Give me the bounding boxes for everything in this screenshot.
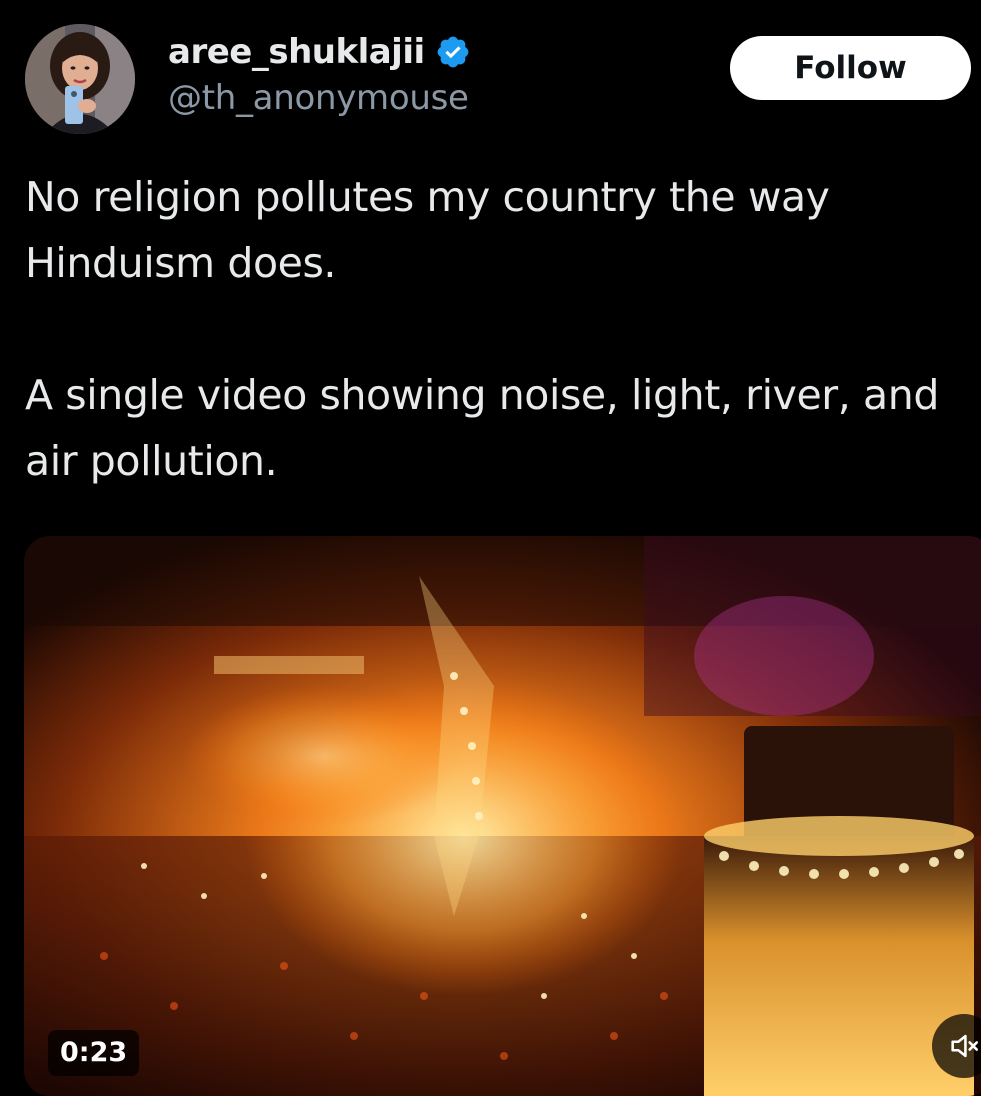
tweet-paragraph: A single video showing noise, light, riv… (25, 371, 939, 485)
speaker-muted-icon (951, 1034, 979, 1058)
tweet-paragraph: No religion pollutes my country the way … (25, 173, 830, 287)
tweet-text: No religion pollutes my country the way … (25, 164, 965, 494)
tweet-header: aree_shuklajii @th_anonymouse Follow (0, 0, 981, 150)
video-player[interactable] (24, 536, 981, 1096)
display-name-row: aree_shuklajii (168, 30, 471, 74)
verified-badge-icon[interactable] (435, 34, 471, 70)
video-duration-badge: 0:23 (48, 1030, 140, 1076)
video-frame (24, 536, 981, 1096)
avatar-photo (25, 24, 135, 134)
display-name[interactable]: aree_shuklajii (168, 32, 425, 72)
follow-button[interactable]: Follow (730, 36, 971, 100)
user-handle[interactable]: @th_anonymouse (168, 78, 469, 118)
avatar[interactable] (25, 24, 135, 134)
